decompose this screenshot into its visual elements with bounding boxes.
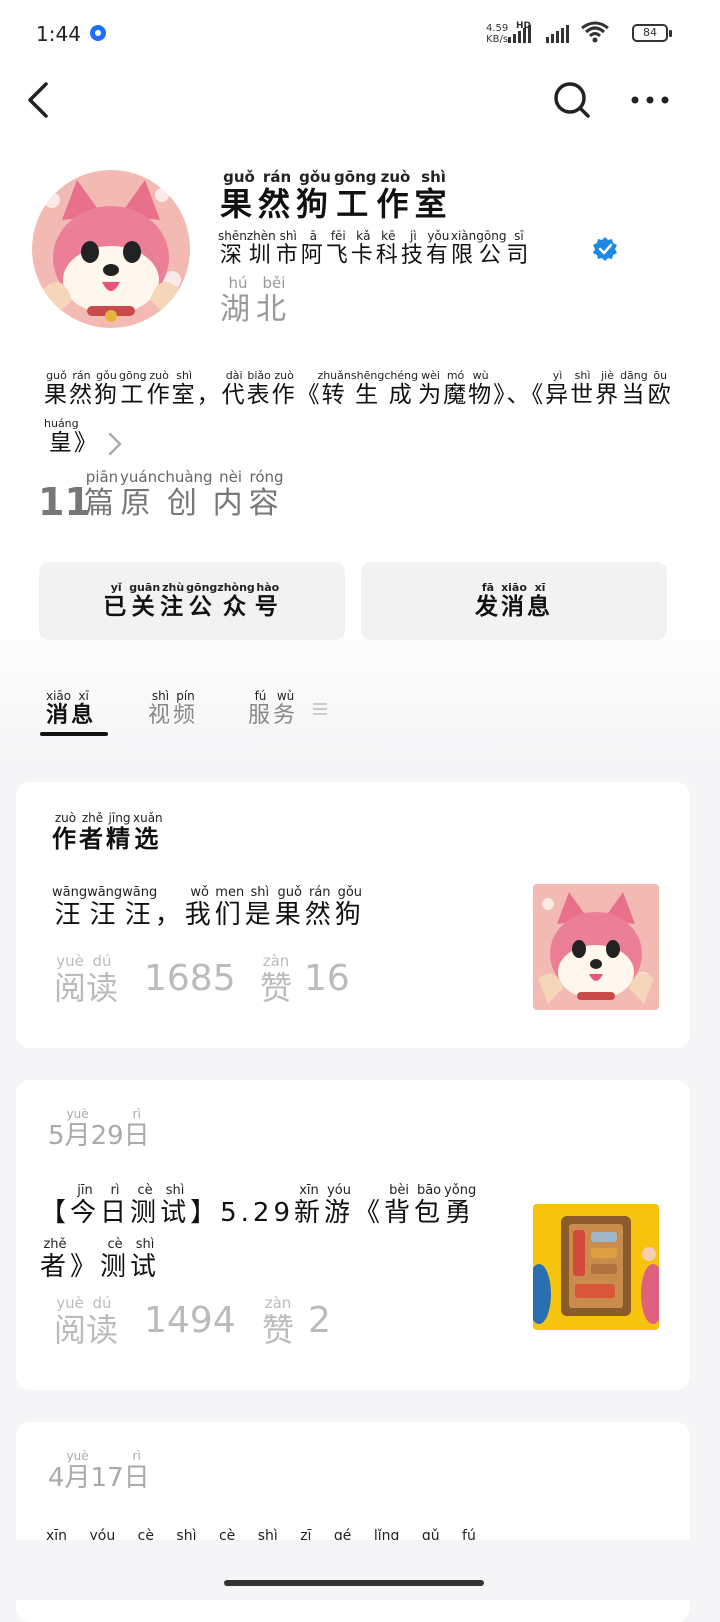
verified-badge-icon: [593, 237, 617, 261]
bottom-safe-area: [0, 1540, 720, 1600]
location: 湖hú北běi: [220, 274, 292, 327]
intro-text: 果guǒ然rán狗gǒu工gōng作zuò室shì，代dài表biǎo作zuò《…: [44, 369, 673, 456]
location-service-icon: [90, 25, 106, 41]
featured-thumbnail[interactable]: [533, 884, 659, 1010]
post-read-label: 阅yuè读dú: [54, 1294, 119, 1349]
active-tab-indicator: [40, 732, 108, 736]
post-date-day-char-2: 日rì: [123, 1449, 150, 1493]
featured-article-title[interactable]: 汪wāng汪wāng汪wāng，我wǒ们men是shì果guǒ然rán狗gǒu: [52, 885, 365, 942]
featured-like-count: 16: [304, 958, 350, 999]
signal-icon-2: [546, 25, 569, 43]
post-date-month-char-2: 月yuè: [64, 1449, 91, 1493]
original-count-label: 篇piān原yuán创chuàng内nèi容róng: [84, 468, 285, 521]
signal-icon: [508, 25, 531, 43]
company-name: 深shēn圳zhèn市shì阿ā飞fēi卡kǎ科kē技jì有yǒu限xiàn公g…: [218, 229, 532, 268]
post-date-2: 4月yuè17日rì: [48, 1449, 150, 1494]
original-count: 11: [38, 480, 91, 524]
featured-section-title: 作zuò者zhě精jīng选xuǎn: [52, 811, 163, 853]
post-like-label: 赞zàn: [262, 1294, 295, 1349]
featured-like-label: 赞zàn: [260, 952, 293, 1007]
menu-list-icon[interactable]: [313, 702, 327, 716]
avatar[interactable]: [32, 170, 190, 328]
status-time: 1:44: [36, 22, 81, 46]
featured-read-label: 阅yuè读dú: [54, 952, 119, 1007]
tab-messages[interactable]: 消xiāo息xī: [46, 689, 96, 729]
followed-button[interactable]: 已yǐ 关guān 注zhù 公gōng 众zhòng 号hào: [39, 562, 345, 640]
network-speed: 4.59 KB/s: [486, 23, 508, 45]
more-dots-icon[interactable]: [630, 95, 670, 105]
post-date-day: 29: [90, 1121, 124, 1151]
featured-read-count: 1685: [144, 958, 236, 999]
back-chevron-icon[interactable]: [26, 82, 54, 118]
network-speed-unit: KB/s: [486, 34, 509, 45]
post-title[interactable]: 【今jīn日rì测cè试shì】5.29新xīn游yóu《背bèi包bāo勇yǒ…: [40, 1183, 510, 1294]
battery-indicator: 84: [632, 24, 672, 42]
post-date-day-2: 17: [90, 1463, 124, 1493]
post-date-month-char: 月yuè: [64, 1107, 91, 1151]
wifi-icon: [581, 21, 609, 43]
post-date-month: 5: [48, 1121, 65, 1151]
account-name: 果guǒ然rán狗gǒu工gōng作zuò室shì: [220, 168, 453, 223]
chevron-right-icon[interactable]: [107, 431, 123, 457]
tab-services[interactable]: 服fú务wù: [248, 689, 298, 729]
post-date-day-char: 日rì: [123, 1107, 150, 1151]
network-speed-value: 4.59: [486, 23, 509, 34]
account-intro[interactable]: 果guǒ然rán狗gǒu工gōng作zuò室shì，代dài表biǎo作zuò《…: [44, 369, 684, 467]
home-indicator[interactable]: [224, 1580, 484, 1586]
post-date-month-2: 4: [48, 1463, 65, 1493]
tab-videos[interactable]: 视shì频pín: [148, 689, 198, 729]
send-message-button[interactable]: 发fā 消xiāo 息xī: [361, 562, 667, 640]
post-like-count: 2: [308, 1300, 331, 1341]
post-thumbnail[interactable]: [533, 1204, 659, 1330]
search-icon[interactable]: [552, 80, 592, 120]
post-date: 5月yuè29日rì: [48, 1107, 150, 1152]
featured-card: 作zuò者zhě精jīng选xuǎn 汪wāng汪wāng汪wāng，我wǒ们m…: [16, 782, 690, 1048]
post-card[interactable]: 5月yuè29日rì 【今jīn日rì测cè试shì】5.29新xīn游yóu《…: [16, 1080, 690, 1390]
post-read-count: 1494: [144, 1300, 236, 1341]
